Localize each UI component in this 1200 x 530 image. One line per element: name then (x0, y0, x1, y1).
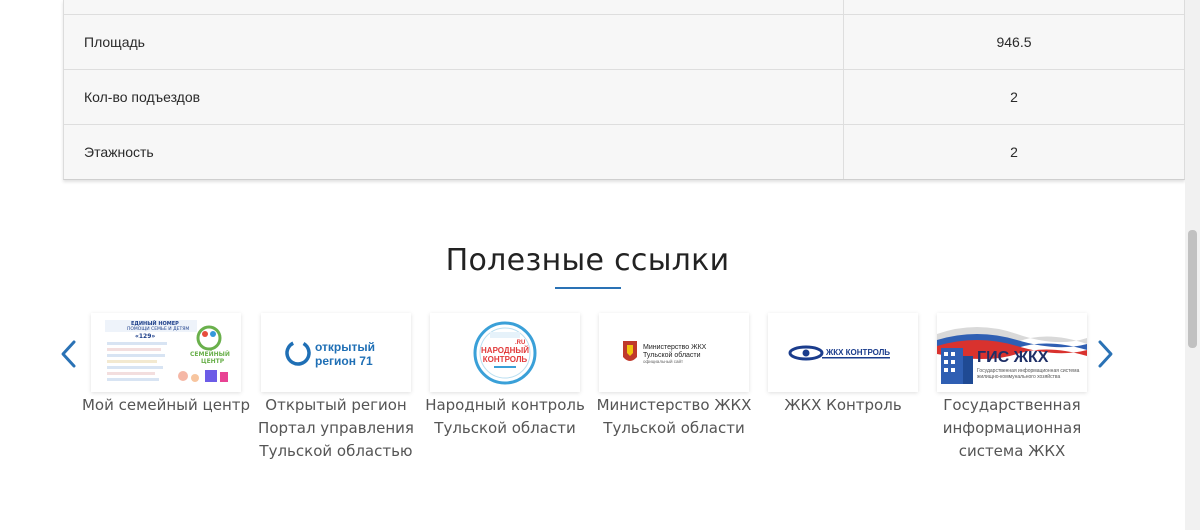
link-card-open-region[interactable]: открытый регион 71 (261, 313, 411, 392)
link-caption[interactable]: Государственная информационная система Ж… (917, 394, 1107, 463)
row-value (844, 0, 1184, 14)
logo-text: НАРОДНЫЙ (481, 346, 529, 355)
table-row (64, 0, 1184, 14)
table-row: Площадь 946.5 (64, 14, 1184, 69)
link-card-gis-housing[interactable]: ГИС ЖКХ Государственная информационная с… (937, 313, 1087, 392)
chevron-left-icon (61, 340, 76, 368)
family-center-logo: ЕДИНЫЙ НОМЕР ПОМОЩИ СЕМЬЕ И ДЕТЯМ «129» … (101, 317, 231, 388)
carousel-prev-button[interactable] (58, 338, 80, 370)
section-title: Полезные ссылки (445, 243, 730, 278)
page-scrollbar[interactable] (1185, 0, 1200, 530)
logo-text: ПОМОЩИ СЕМЬЕ И ДЕТЯМ (127, 326, 189, 332)
house-info-table: Площадь 946.5 Кол-во подъездов 2 Этажнос… (63, 0, 1185, 180)
row-value-floors: 2 (1010, 144, 1018, 160)
scrollbar-thumb[interactable] (1188, 230, 1197, 348)
logo-text: открытый (315, 340, 375, 354)
logo-text: ГИС ЖКХ (977, 349, 1049, 366)
people-control-logo: .RU НАРОДНЫЙ КОНТРОЛЬ (473, 321, 537, 384)
logo-text: регион 71 (315, 354, 373, 368)
link-caption[interactable]: ЖКХ Контроль (748, 394, 938, 417)
link-card-family-center[interactable]: ЕДИНЫЙ НОМЕР ПОМОЩИ СЕМЬЕ И ДЕТЯМ «129» … (91, 313, 241, 392)
title-underline (555, 287, 621, 289)
logo-text: официальный сайт (643, 358, 683, 364)
logo-text: жилищно-коммунального хозяйства (977, 373, 1060, 380)
link-caption[interactable]: Открытый регион Портал управления Тульск… (241, 394, 431, 463)
link-caption[interactable]: Народный контроль Тульской области (410, 394, 600, 440)
carousel-next-button[interactable] (1094, 338, 1116, 370)
link-caption[interactable]: Министерство ЖКХ Тульской области (579, 394, 769, 440)
logo-text: «129» (135, 333, 155, 340)
logo-text: Тульской области (643, 351, 701, 359)
open-region-logo: открытый регион 71 (285, 340, 375, 368)
link-card-ministry-housing[interactable]: Министерство ЖКХ Тульской области официа… (599, 313, 749, 392)
row-value-entrances: 2 (1010, 89, 1018, 105)
logo-text: СЕМЕЙНЫЙ (190, 350, 230, 358)
logo-text: Министерство ЖКХ (643, 344, 707, 351)
row-label-area: Площадь (84, 34, 145, 50)
table-row: Этажность 2 (64, 124, 1184, 179)
link-card-people-control[interactable]: .RU НАРОДНЫЙ КОНТРОЛЬ (430, 313, 580, 392)
logo-text: ЦЕНТР (201, 358, 225, 365)
logo-text: ЖКХ КОНТРОЛЬ (825, 348, 890, 357)
logo-text: КОНТРОЛЬ (483, 355, 528, 364)
housing-control-logo: ЖКХ КОНТРОЛЬ (788, 345, 890, 360)
ministry-logo: Министерство ЖКХ Тульской области официа… (623, 340, 707, 364)
gis-housing-logo: ГИС ЖКХ Государственная информационная с… (937, 326, 1087, 384)
link-caption[interactable]: Мой семейный центр (71, 394, 261, 417)
table-row: Кол-во подъездов 2 (64, 69, 1184, 124)
row-value-area: 946.5 (996, 34, 1032, 50)
row-label-entrances: Кол-во подъездов (84, 89, 201, 105)
link-card-housing-control[interactable]: ЖКХ КОНТРОЛЬ (768, 313, 918, 392)
row-label-floors: Этажность (84, 144, 154, 160)
chevron-right-icon (1098, 340, 1113, 368)
logo-text: ЕДИНЫЙ НОМЕР (131, 319, 179, 327)
